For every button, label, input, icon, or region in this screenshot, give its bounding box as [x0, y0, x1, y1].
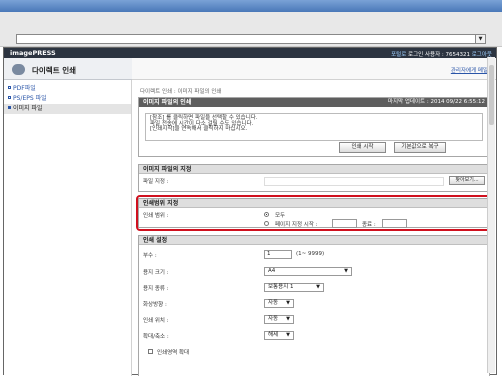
paper-size-label: 용지 크기 :: [143, 270, 169, 276]
scrollbar-thumb[interactable]: [489, 65, 494, 125]
vertical-scrollbar[interactable]: [487, 57, 495, 373]
instructions: [참조] 를 클릭하면 파일을 선택할 수 있습니다. 파일 전송에 시간이 다…: [145, 113, 483, 141]
paper-type-value: 보통용지 1: [268, 284, 294, 290]
browse-button[interactable]: 찾아보기...: [449, 176, 485, 185]
chevron-down-icon: ▼: [316, 284, 320, 290]
sidebar-item-pdf[interactable]: PDF파일: [4, 84, 131, 94]
printer-app-icon: [12, 64, 25, 75]
paper-type-select[interactable]: 보통용지 1 ▼: [264, 283, 324, 292]
start-print-button[interactable]: 인쇄 시작: [339, 142, 386, 153]
brand-bar: imagePRESS 포털로 로그인 사용자 : 7654321 로그아웃: [4, 48, 496, 58]
zoom-label: 확대/축소 :: [143, 334, 169, 340]
print-position-value: 자동: [268, 316, 279, 322]
user-info: 포털로 로그인 사용자 : 7654321 로그아웃: [391, 50, 492, 58]
sidebar: PDF파일 PS/EPS 파일 이미지 파일: [4, 80, 132, 376]
paper-type-label: 용지 종류 :: [143, 286, 169, 292]
instruction-line: [인쇄시작]을 연속해서 클릭하지 마십시오.: [150, 126, 248, 133]
orientation-select[interactable]: 자동 ▼: [264, 299, 294, 308]
breadcrumb: 다이렉트 인쇄 : 이미지 파일의 인쇄: [140, 89, 222, 95]
chevron-down-icon: ▼: [344, 268, 348, 274]
paper-size-select[interactable]: A4 ▼: [264, 267, 352, 276]
print-panel-header: 이미지 파일의 인쇄 마지막 업데이트 : 2014 09/22 6:55:12: [139, 98, 489, 107]
zoom-value: 해제: [268, 332, 279, 338]
reset-defaults-button[interactable]: 기본값으로 복구: [394, 142, 446, 153]
file-panel-header: 이미지 파일의 지정: [139, 165, 489, 174]
zoom-select[interactable]: 해제 ▼: [264, 331, 294, 340]
chevron-down-icon[interactable]: ▼: [475, 35, 485, 43]
bullet-icon: [8, 96, 11, 99]
settings-panel-header: 인쇄 설정: [139, 236, 489, 245]
app-header: 다이렉트 인쇄: [4, 58, 132, 80]
sidebar-item-label: 이미지 파일: [13, 105, 43, 112]
enlarge-area-checkbox[interactable]: [148, 349, 153, 354]
sidebar-item-label: PDF파일: [13, 85, 36, 92]
chevron-down-icon: ▼: [286, 300, 290, 306]
orientation-value: 자동: [268, 300, 279, 306]
copies-range: (1~ 9999): [296, 251, 325, 257]
copies-input[interactable]: 1: [264, 250, 292, 259]
main-header: 관리자에게 메일: [132, 58, 496, 80]
print-position-select[interactable]: 자동 ▼: [264, 315, 294, 324]
file-label: 파일 지정 :: [143, 179, 169, 185]
chevron-down-icon: ▼: [286, 316, 290, 322]
sidebar-item-label: PS/EPS 파일: [13, 95, 47, 102]
screen: ▼ imagePRESS 포털로 로그인 사용자 : 7654321 로그아웃 …: [0, 0, 502, 377]
paper-size-value: A4: [268, 268, 276, 274]
sidebar-item-image[interactable]: 이미지 파일: [4, 104, 131, 114]
print-panel-title: 이미지 파일의 인쇄: [143, 99, 192, 106]
app-title: 다이렉트 인쇄: [32, 66, 77, 75]
brand-name: imagePRESS: [10, 49, 56, 57]
admin-mail-link[interactable]: 관리자에게 메일: [451, 66, 488, 74]
window-title-bar: [0, 0, 502, 12]
bullet-icon: [8, 106, 11, 109]
orientation-label: 화상방향 :: [143, 302, 167, 308]
settings-panel: 인쇄 설정 부수 : 1 (1~ 9999) 용지 크기 : A4 ▼ 용지 종류…: [138, 235, 490, 376]
chevron-down-icon: ▼: [286, 332, 290, 338]
main-content: 다이렉트 인쇄 : 이미지 파일의 인쇄 이미지 파일의 인쇄 마지막 업데이트…: [132, 80, 496, 376]
copies-label: 부수 :: [143, 253, 157, 259]
enlarge-area-label: 인쇄영역 확대: [157, 350, 190, 356]
address-bar[interactable]: ▼: [16, 34, 486, 44]
remote-ui-frame: imagePRESS 포털로 로그인 사용자 : 7654321 로그아웃 다이…: [3, 47, 497, 376]
bullet-icon: [8, 86, 11, 89]
print-panel: 이미지 파일의 인쇄 마지막 업데이트 : 2014 09/22 6:55:12…: [138, 97, 490, 157]
highlight-box: [136, 195, 492, 231]
file-path-field[interactable]: [264, 177, 444, 186]
print-position-label: 인쇄 위치 :: [143, 318, 169, 324]
last-updated: 마지막 업데이트 : 2014 09/22 6:55:12: [387, 99, 485, 105]
file-panel: 이미지 파일의 지정 파일 지정 : 찾아보기...: [138, 164, 490, 192]
sidebar-item-ps-eps[interactable]: PS/EPS 파일: [4, 94, 131, 104]
